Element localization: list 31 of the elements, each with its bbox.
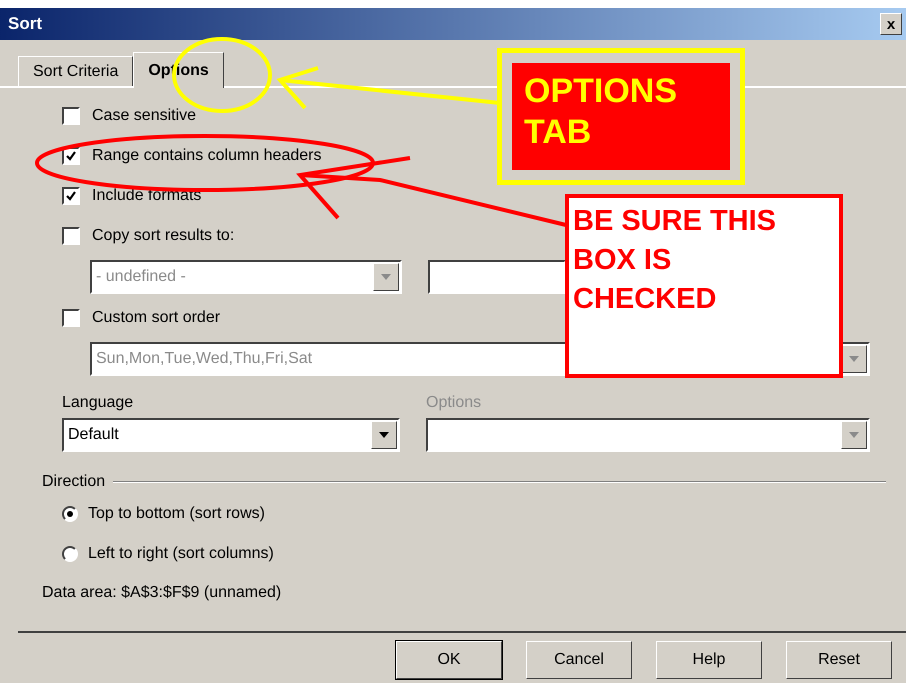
- checkmark-icon: [65, 150, 77, 162]
- checkbox-label: Include formats: [92, 187, 202, 205]
- dialog-button[interactable]: Help: [656, 641, 762, 679]
- close-button[interactable]: x: [880, 13, 902, 35]
- options-label: Options: [426, 394, 482, 412]
- tab[interactable]: Sort Criteria: [18, 56, 134, 86]
- dialog-button[interactable]: OK: [396, 641, 502, 679]
- checkbox[interactable]: [62, 187, 80, 205]
- data-area-text: Data area: $A$3:$F$9 (unnamed): [42, 584, 282, 602]
- radio-button[interactable]: [62, 546, 78, 562]
- checkbox-label: Custom sort order: [92, 309, 220, 327]
- language-dropdown[interactable]: Default: [62, 418, 400, 452]
- checkbox-label: Copy sort results to:: [92, 227, 234, 245]
- callout-text: OPTIONS TAB: [524, 71, 678, 153]
- window-title: Sort: [8, 14, 42, 34]
- direction-label: Direction: [42, 473, 106, 491]
- dialog-button[interactable]: Cancel: [526, 641, 632, 679]
- checkbox-label: Case sensitive: [92, 107, 196, 125]
- callout-text: BE SURE THIS BOX IS CHECKED: [573, 204, 778, 318]
- radio-label: Left to right (sort columns): [88, 545, 274, 563]
- checkmark-icon: [65, 190, 77, 202]
- radio-label: Top to bottom (sort rows): [88, 505, 265, 523]
- radio-button[interactable]: [62, 506, 78, 522]
- checkbox[interactable]: [62, 107, 80, 125]
- target-field[interactable]: [428, 260, 566, 294]
- checkbox-label: Range contains column headers: [92, 147, 322, 165]
- dialog-button[interactable]: Reset: [786, 641, 892, 679]
- language-label: Language: [62, 394, 134, 412]
- checkbox[interactable]: [62, 227, 80, 245]
- checkbox[interactable]: [62, 309, 80, 327]
- options-dropdown[interactable]: [426, 418, 870, 452]
